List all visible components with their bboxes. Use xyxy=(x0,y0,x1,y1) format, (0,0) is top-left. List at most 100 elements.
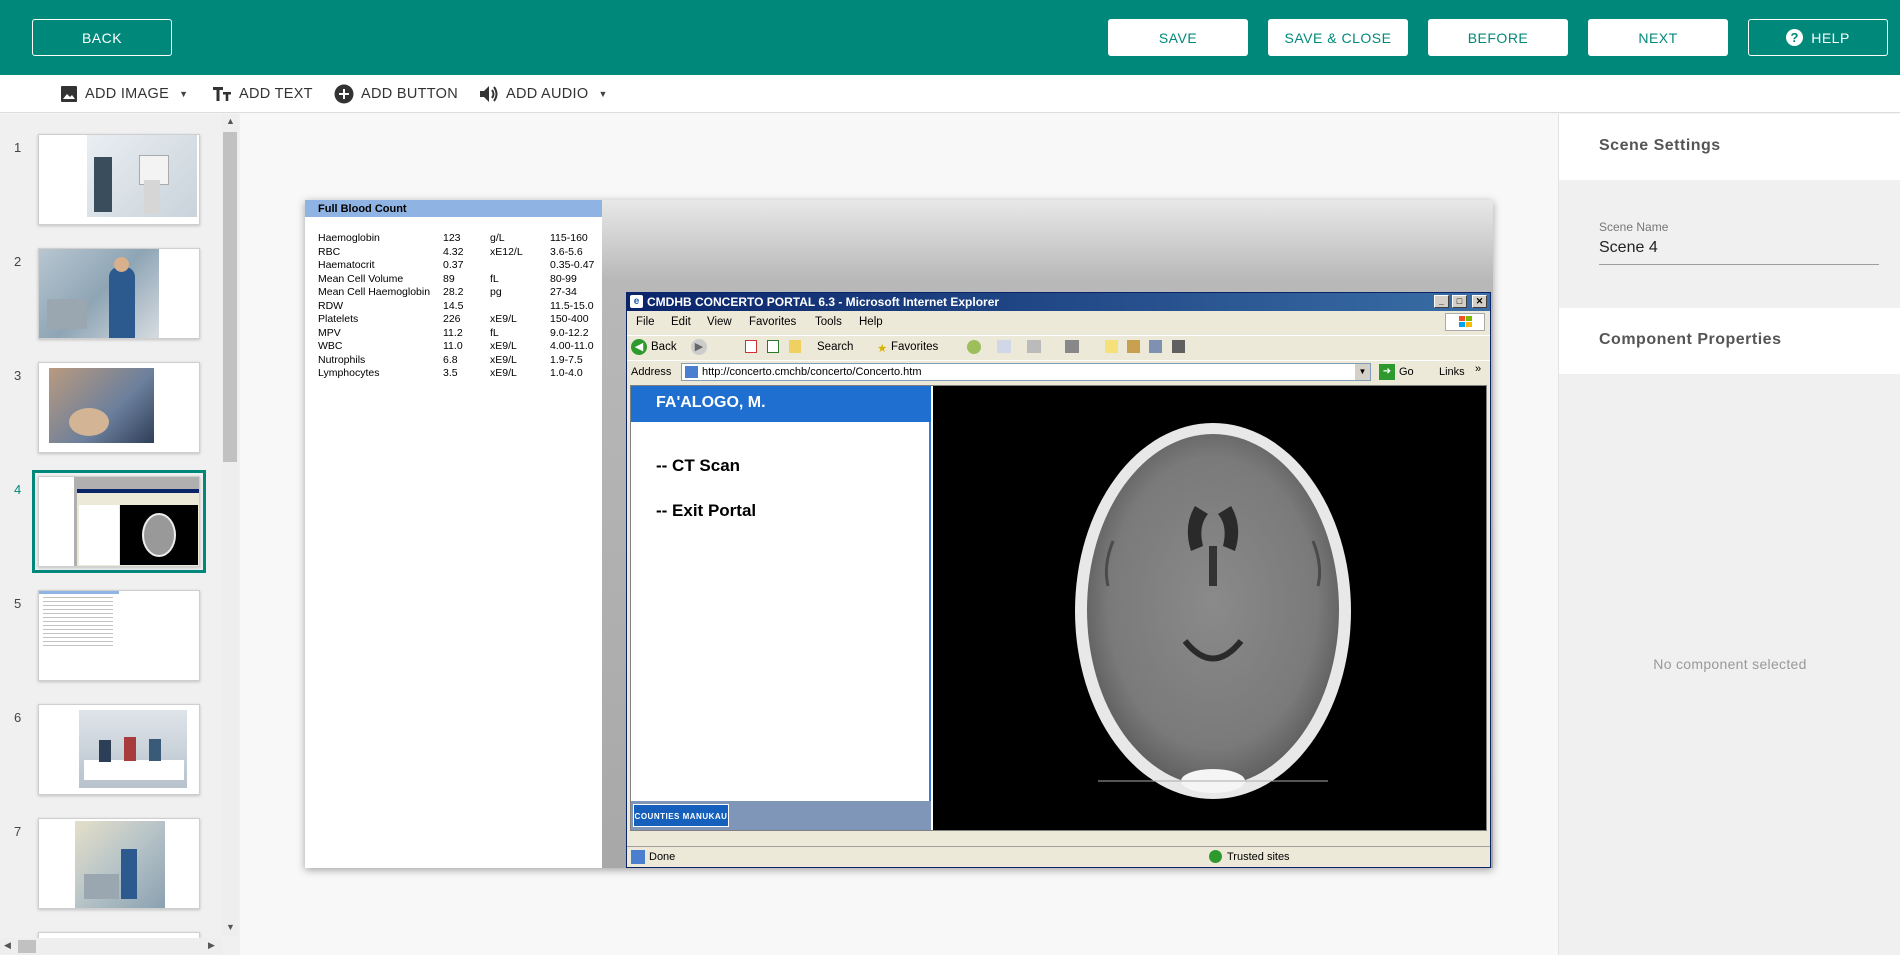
fbc-row: Nutrophils 6.8 xE9/L 1.9-7.5 xyxy=(318,354,608,367)
ie-go-label: Go xyxy=(1399,366,1414,378)
counties-manukau-logo: COUNTIES MANUKAU xyxy=(633,804,729,827)
page-icon xyxy=(631,850,645,864)
fbc-cell: Mean Cell Haemoglobin xyxy=(318,286,431,298)
fbc-cell: xE9/L xyxy=(490,367,517,379)
scroll-left-icon[interactable]: ◀ xyxy=(4,940,11,951)
text-icon xyxy=(212,86,232,102)
windows-flag-icon xyxy=(1445,313,1485,331)
fbc-cell: Platelets xyxy=(318,313,359,325)
scroll-up-icon[interactable]: ▲ xyxy=(226,116,235,126)
slide-thumbnail-7[interactable] xyxy=(38,818,200,909)
add-image-button[interactable]: ADD IMAGE ▼ xyxy=(60,75,188,113)
slide-thumbnail-5[interactable] xyxy=(38,590,200,681)
ie-title-bar: e CMDHB CONCERTO PORTAL 6.3 - Microsoft … xyxy=(627,293,1490,311)
fbc-cell: 27-34 xyxy=(550,286,577,298)
slide-number: 4 xyxy=(14,482,22,497)
fbc-row: WBC 11.0 xE9/L 4.00-11.0 xyxy=(318,340,608,353)
fbc-cell: 0.37 xyxy=(443,259,464,271)
fbc-row: Mean Cell Volume 89 fL 80-99 xyxy=(318,273,608,286)
add-text-button[interactable]: ADD TEXT xyxy=(212,75,313,113)
fbc-cell: 6.8 xyxy=(443,353,458,366)
save-close-button[interactable]: SAVE & CLOSE xyxy=(1268,19,1408,56)
component-properties-title: Component Properties xyxy=(1599,331,1782,348)
before-button[interactable]: BEFORE xyxy=(1428,19,1568,56)
ie-menu-item: View xyxy=(707,316,732,328)
slide-thumbnail-2[interactable] xyxy=(38,248,200,339)
fbc-cell: 0.35-0.47 xyxy=(550,259,595,271)
scrollbar-thumb[interactable] xyxy=(18,940,36,953)
add-audio-button[interactable]: ADD AUDIO ▼ xyxy=(479,75,608,113)
fbc-row: RDW 14.5 11.5-15.0 xyxy=(318,300,608,313)
ie-toolbar: ◀ Back ▶ Search ★ Favorites xyxy=(627,335,1490,359)
component-properties-header: Component Properties xyxy=(1559,308,1900,374)
caret-down-icon[interactable]: ▼ xyxy=(598,89,607,99)
fbc-cell: 11.2 xyxy=(443,326,463,339)
ie-menu-item: Help xyxy=(859,316,883,328)
ie-back-label: Back xyxy=(651,341,677,353)
fbc-cell: fL xyxy=(490,272,499,285)
forward-arrow-icon: ▶ xyxy=(691,339,707,355)
add-button-button[interactable]: ADD BUTTON xyxy=(334,75,458,113)
fbc-row: RBC 4.32 xE12/L 3.6-5.6 xyxy=(318,246,608,259)
media-icon xyxy=(967,340,981,354)
scrollbar-thumb[interactable] xyxy=(223,132,237,462)
slide-number: 5 xyxy=(14,596,22,611)
scene-image[interactable]: Full Blood Count Haemoglobin 123 g/L 115-16… xyxy=(305,200,1493,868)
fbc-cell: 4.00-11.0 xyxy=(550,340,594,352)
next-button[interactable]: NEXT xyxy=(1588,19,1728,56)
properties-panel: Scene Settings Scene Name Scene 4 Compon… xyxy=(1558,114,1900,955)
save-button[interactable]: SAVE xyxy=(1108,19,1248,56)
edit-icon xyxy=(1065,340,1079,353)
fbc-title: Full Blood Count xyxy=(305,200,602,217)
add-image-label: ADD IMAGE xyxy=(85,86,170,102)
slide-thumbnail-6[interactable] xyxy=(38,704,200,795)
back-button[interactable]: BACK xyxy=(32,19,172,56)
fbc-cell: 226 xyxy=(443,313,461,325)
fbc-cell: Haematocrit xyxy=(318,259,375,271)
editor-toolbar: ADD IMAGE ▼ ADD TEXT ADD BUTTON ADD AUDI… xyxy=(0,75,1900,113)
volume-icon xyxy=(479,85,499,103)
fbc-cell: fL xyxy=(490,326,499,339)
go-arrow-icon: ➜ xyxy=(1379,364,1395,380)
fbc-cell: MPV xyxy=(318,326,341,339)
ie-status-done: Done xyxy=(649,851,676,863)
fbc-cell: 89 xyxy=(443,272,455,285)
tool-icon xyxy=(1149,340,1162,353)
slide-number: 7 xyxy=(14,824,22,839)
scene-settings-header: Scene Settings xyxy=(1559,114,1900,180)
slide-list: 1 2 3 4 5 6 7 xyxy=(0,114,240,955)
slide-thumbnail-1[interactable] xyxy=(38,134,200,225)
caret-down-icon[interactable]: ▼ xyxy=(179,89,188,99)
ie-search-label: Search xyxy=(817,341,854,353)
scene-name-input[interactable]: Scene 4 xyxy=(1599,239,1879,265)
slide-list-hscrollbar[interactable]: ◀ ▶ xyxy=(0,938,222,955)
ie-address-value: http://concerto.cmchb/concerto/Concerto.… xyxy=(702,366,922,378)
scroll-right-icon[interactable]: ▶ xyxy=(208,940,215,951)
help-button[interactable]: ? HELP xyxy=(1748,19,1888,56)
fbc-cell: xE9/L xyxy=(490,353,517,366)
slide-thumbnail-3[interactable] xyxy=(38,362,200,453)
fbc-cell: 9.0-12.2 xyxy=(550,326,589,339)
fbc-cell: xE9/L xyxy=(490,313,517,325)
fbc-cell: Mean Cell Volume xyxy=(318,272,404,285)
chevron-right-icon: » xyxy=(1475,363,1482,375)
fbc-row: Mean Cell Haemoglobin 28.2 pg 27-34 xyxy=(318,286,608,299)
fbc-row: Haemoglobin 123 g/L 115-160 xyxy=(318,232,608,245)
close-icon: ✕ xyxy=(1472,295,1487,308)
back-arrow-icon: ◀ xyxy=(631,339,647,355)
fbc-cell: 115-160 xyxy=(550,232,588,244)
slide-list-scrollbar[interactable]: ▲ ▼ xyxy=(222,114,238,936)
page-icon xyxy=(685,366,698,378)
fbc-row: MPV 11.2 fL 9.0-12.2 xyxy=(318,327,608,340)
ie-address-bar: Address http://concerto.cmchb/concerto/C… xyxy=(627,360,1490,383)
fbc-row: Haematocrit 0.37 0.35-0.47 xyxy=(318,259,608,272)
fbc-cell: 28.2 xyxy=(443,286,464,298)
fbc-cell: Haemoglobin xyxy=(318,232,380,244)
fbc-cell: xE12/L xyxy=(490,245,523,258)
home-icon xyxy=(789,340,801,353)
fbc-cell: 150-400 xyxy=(550,313,589,325)
maximize-icon: □ xyxy=(1452,295,1467,308)
fbc-cell: 14.5 xyxy=(443,299,464,312)
scroll-down-icon[interactable]: ▼ xyxy=(226,922,235,932)
slide-thumbnail-4[interactable] xyxy=(32,470,206,573)
